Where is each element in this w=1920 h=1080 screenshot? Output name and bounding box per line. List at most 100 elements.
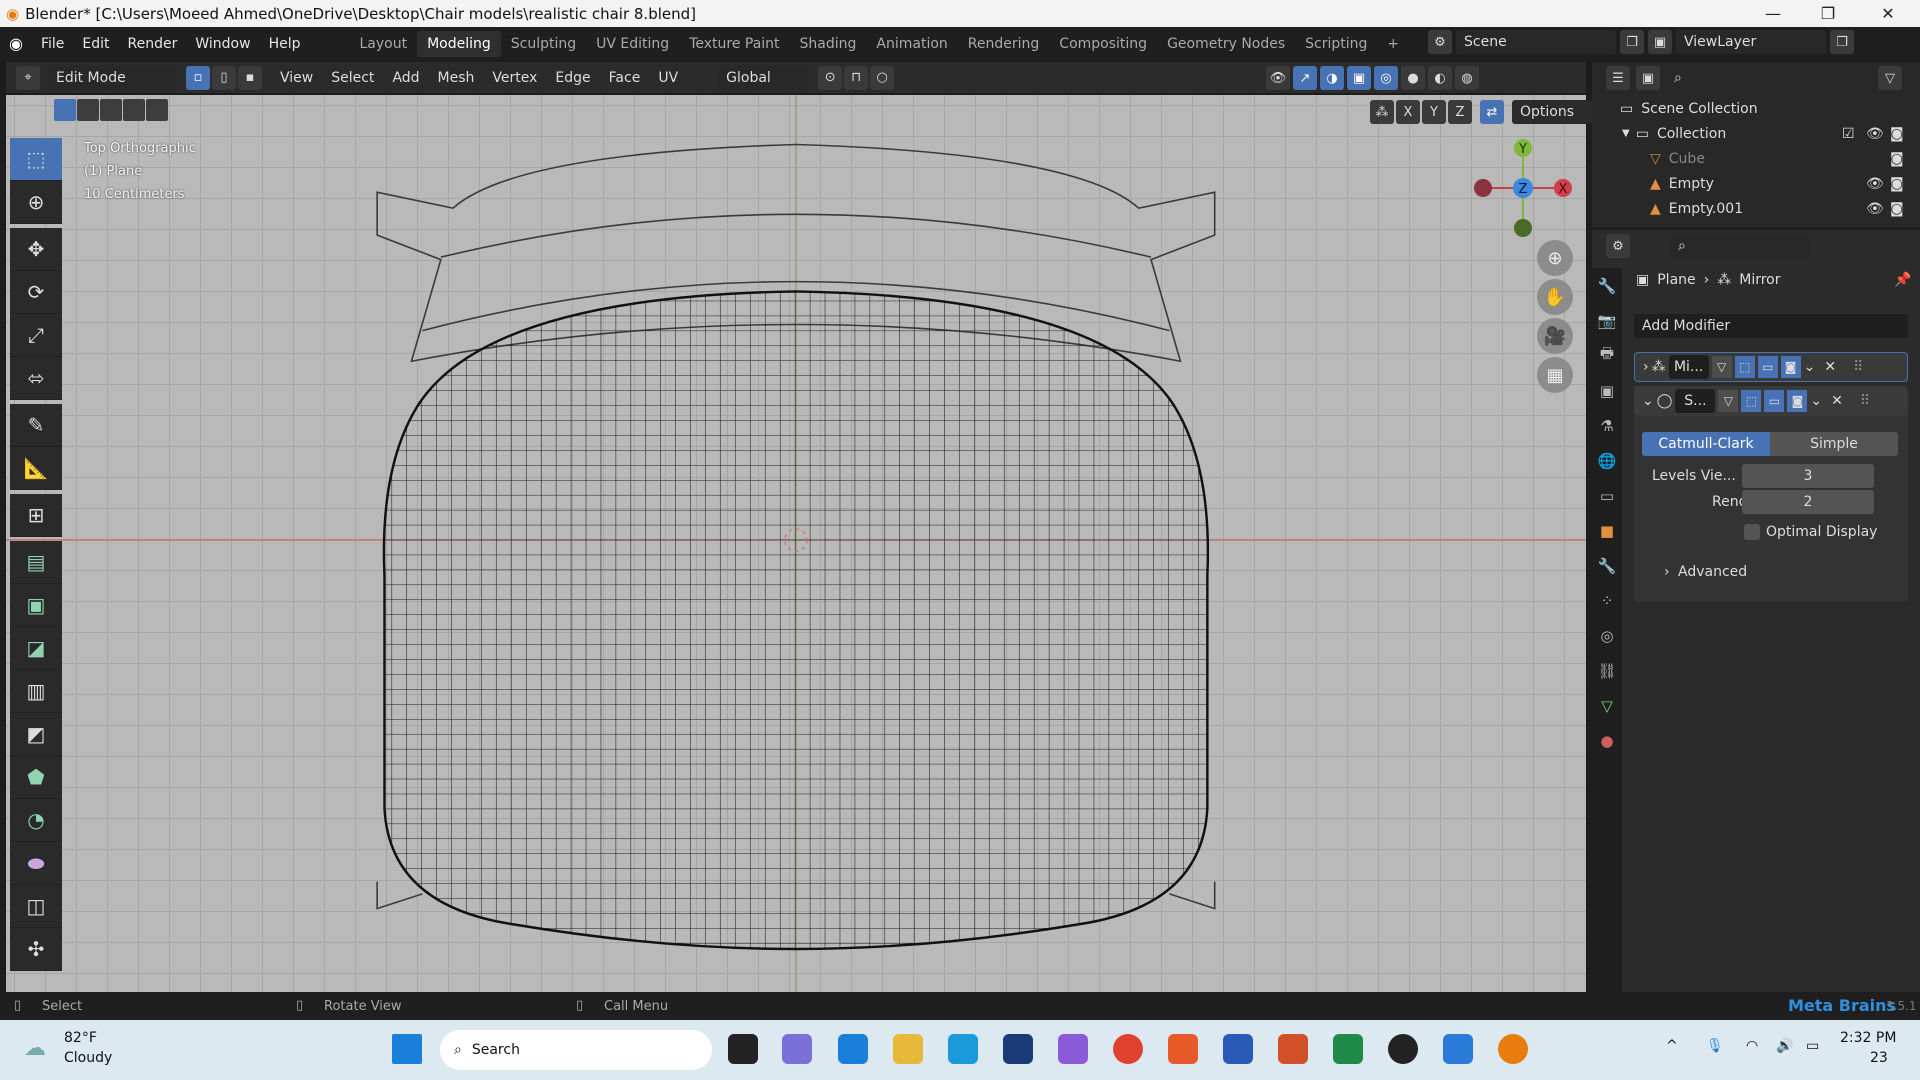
realtime-display-icon[interactable]: ▭ bbox=[1757, 356, 1778, 378]
ortho-grid-icon[interactable]: ▦ bbox=[1537, 357, 1573, 393]
clock-date[interactable]: 23 bbox=[1870, 1050, 1888, 1066]
modifier-menu-icon[interactable]: ⌄ bbox=[1804, 359, 1816, 375]
tab-layout[interactable]: Layout bbox=[350, 31, 418, 57]
edit-mode-icon[interactable]: ⬚ bbox=[1734, 356, 1755, 378]
edit-cage-icon[interactable]: ▽ bbox=[1718, 390, 1739, 412]
constraints-tab-icon[interactable]: ⛓ bbox=[1592, 653, 1622, 688]
menu-mesh[interactable]: Mesh bbox=[430, 66, 483, 90]
render-camera-icon[interactable]: ◙ bbox=[1890, 151, 1904, 167]
advanced-panel-header[interactable]: Advanced bbox=[1678, 564, 1747, 580]
word-icon[interactable] bbox=[1223, 1034, 1253, 1064]
visibility-eye-icon[interactable]: 👁 bbox=[1866, 176, 1884, 192]
file-explorer-icon[interactable] bbox=[893, 1034, 923, 1064]
scene-selector-icon[interactable]: ⚙ bbox=[1428, 30, 1452, 54]
outliner-filter-view-icon[interactable]: ▣ bbox=[1636, 66, 1660, 90]
add-workspace-button[interactable]: + bbox=[1377, 31, 1409, 57]
view-layer-tab-icon[interactable]: ▣ bbox=[1592, 373, 1622, 408]
physics-tab-icon[interactable]: ◎ bbox=[1592, 618, 1622, 653]
minimize-button[interactable]: — bbox=[1750, 0, 1796, 27]
pin-icon[interactable]: 📌 bbox=[1894, 272, 1911, 288]
material-tab-icon[interactable]: ● bbox=[1592, 723, 1622, 758]
zoom-icon[interactable]: ⊕ bbox=[1537, 240, 1573, 276]
modifier-tab-icon[interactable]: 🔧 bbox=[1592, 548, 1622, 583]
menu-render[interactable]: Render bbox=[119, 31, 187, 57]
select-subtract-icon[interactable] bbox=[100, 99, 122, 121]
select-intersect-icon[interactable] bbox=[146, 99, 168, 121]
remove-modifier-icon[interactable]: ✕ bbox=[1831, 393, 1843, 409]
editor-type-icon[interactable]: ⌖ bbox=[16, 65, 40, 90]
outliner-item-empty-001[interactable]: ▲ Empty.001 👁 ◙ bbox=[1592, 196, 1920, 221]
select-invert-icon[interactable] bbox=[123, 99, 145, 121]
add-modifier-dropdown[interactable]: Add Modifier bbox=[1634, 314, 1908, 338]
collapse-chevron-icon[interactable]: ⌄ bbox=[1642, 393, 1654, 409]
proportional-edit-icon[interactable]: ○ bbox=[870, 65, 895, 90]
collection-tab-icon[interactable]: ▭ bbox=[1592, 478, 1622, 513]
shrink-fatten-tool[interactable]: ✣ bbox=[10, 928, 62, 971]
weather-temp[interactable]: 82°F bbox=[64, 1030, 97, 1046]
edit-mode-icon[interactable]: ⬚ bbox=[1741, 390, 1762, 412]
tab-texture-paint[interactable]: Texture Paint bbox=[679, 31, 789, 57]
excel-icon[interactable] bbox=[1333, 1034, 1363, 1064]
select-box-tool[interactable]: ⬚ bbox=[10, 138, 62, 181]
edit-cage-icon[interactable]: ▽ bbox=[1711, 356, 1732, 378]
powerpoint-icon[interactable] bbox=[1278, 1034, 1308, 1064]
tab-uv-editing[interactable]: UV Editing bbox=[586, 31, 679, 57]
wifi-icon[interactable]: ◠ bbox=[1746, 1038, 1758, 1054]
extrude-tool[interactable]: ▤ bbox=[10, 541, 62, 584]
scene-field[interactable]: Scene bbox=[1456, 30, 1616, 54]
orientation-dropdown[interactable]: Global bbox=[718, 65, 809, 90]
pivot-icon[interactable]: ⊙ bbox=[818, 65, 843, 90]
properties-search-input[interactable]: ⌕ bbox=[1670, 234, 1810, 258]
mode-dropdown[interactable]: Edit Mode bbox=[48, 65, 176, 90]
battery-icon[interactable]: ▭ bbox=[1806, 1038, 1819, 1054]
mirror-x-toggle[interactable]: X bbox=[1396, 100, 1420, 124]
teams-icon[interactable] bbox=[782, 1034, 812, 1064]
outliner-item-cube[interactable]: ▽ Cube ◙ bbox=[1592, 146, 1920, 171]
outliner-search-input[interactable]: ⌕ bbox=[1666, 66, 1806, 90]
menu-select[interactable]: Select bbox=[323, 66, 382, 90]
blender-menu-icon[interactable]: ◉ bbox=[0, 31, 32, 57]
maximize-button[interactable]: ❐ bbox=[1805, 0, 1851, 27]
edge-slide-tool[interactable]: ◫ bbox=[10, 885, 62, 928]
scene-tab-icon[interactable]: ⚗ bbox=[1592, 408, 1622, 443]
navigation-gizmo[interactable]: X Y Z bbox=[1470, 135, 1580, 245]
new-scene-icon[interactable]: ❐ bbox=[1620, 30, 1644, 54]
smooth-tool[interactable]: ⬬ bbox=[10, 842, 62, 885]
tab-scripting[interactable]: Scripting bbox=[1295, 31, 1377, 57]
optimal-display-checkbox[interactable] bbox=[1744, 524, 1760, 540]
output-tab-icon[interactable]: 🖶 bbox=[1592, 338, 1622, 373]
measure-tool[interactable]: 📐 bbox=[10, 447, 62, 490]
add-cube-tool[interactable]: ⊞ bbox=[10, 494, 62, 537]
mirror-axis-icon[interactable]: ⁂ bbox=[1370, 100, 1394, 124]
menu-face[interactable]: Face bbox=[601, 66, 649, 90]
tab-sculpting[interactable]: Sculpting bbox=[501, 31, 586, 57]
modifier-menu-icon[interactable]: ⌄ bbox=[1810, 393, 1822, 409]
poly-build-tool[interactable]: ⬟ bbox=[10, 756, 62, 799]
bevel-tool[interactable]: ◪ bbox=[10, 627, 62, 670]
annotate-tool[interactable]: ✎ bbox=[10, 404, 62, 447]
brave-icon[interactable] bbox=[1168, 1034, 1198, 1064]
face-select-icon[interactable]: ▪ bbox=[238, 65, 262, 90]
rendered-shading-icon[interactable]: ◍ bbox=[1455, 66, 1479, 90]
data-tab-icon[interactable]: ▽ bbox=[1592, 688, 1622, 723]
render-camera-icon[interactable]: ◙ bbox=[1890, 126, 1904, 142]
particles-tab-icon[interactable]: ⁘ bbox=[1592, 583, 1622, 618]
render-tab-icon[interactable]: 📷 bbox=[1592, 303, 1622, 338]
menu-file[interactable]: File bbox=[32, 31, 73, 57]
windows-start-icon[interactable] bbox=[392, 1034, 422, 1064]
edge-select-icon[interactable]: ▯ bbox=[212, 65, 236, 90]
mirror-y-toggle[interactable]: Y bbox=[1422, 100, 1446, 124]
outliner-filter-icon[interactable]: ▽ bbox=[1878, 66, 1902, 90]
menu-view[interactable]: View bbox=[272, 66, 321, 90]
transform-tool[interactable]: ⬄ bbox=[10, 357, 62, 400]
mirror-z-toggle[interactable]: Z bbox=[1448, 100, 1472, 124]
collection-row[interactable]: ▼ ▭ Collection ☑ 👁 ◙ bbox=[1592, 121, 1920, 146]
modifier-subdivision-header[interactable]: ⌄ ◯ S... ▽ ⬚ ▭ ◙ ⌄ ✕ ⠿ bbox=[1634, 386, 1908, 416]
snap-icon[interactable]: ⊓ bbox=[844, 65, 869, 90]
store-icon[interactable] bbox=[1003, 1034, 1033, 1064]
visibility-eye-icon[interactable]: 👁 bbox=[1866, 126, 1884, 142]
menu-add[interactable]: Add bbox=[384, 66, 427, 90]
edge-icon[interactable] bbox=[948, 1034, 978, 1064]
menu-edit[interactable]: Edit bbox=[73, 31, 118, 57]
taskbar-search[interactable]: ⌕ Search bbox=[440, 1030, 712, 1070]
